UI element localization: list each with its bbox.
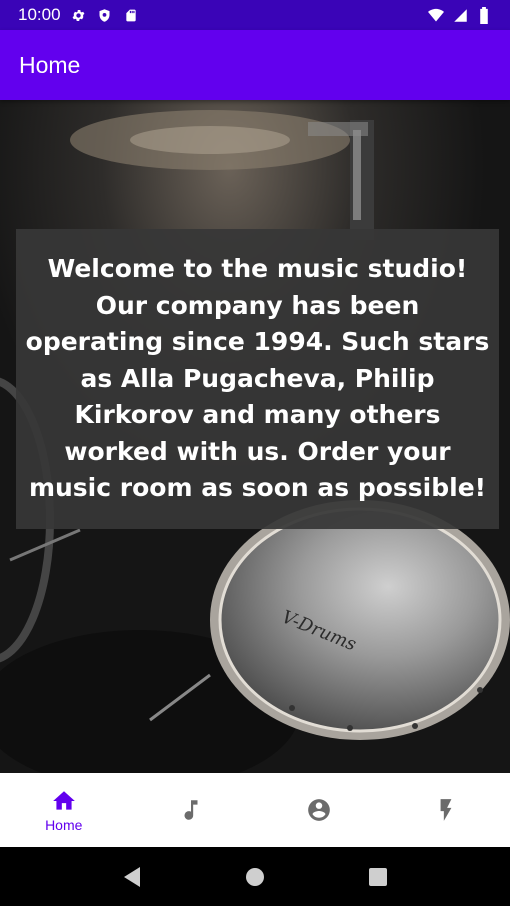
status-bar: 10:00	[0, 0, 510, 30]
gear-icon	[71, 7, 87, 23]
home-icon	[51, 788, 77, 814]
flash-icon	[433, 797, 459, 823]
recents-icon[interactable]	[364, 863, 392, 891]
bottom-navigation: Home	[0, 773, 510, 847]
system-navigation-bar	[0, 847, 510, 906]
music-note-icon	[178, 797, 204, 823]
nav-item-home[interactable]: Home	[0, 773, 128, 847]
shield-icon	[97, 7, 113, 23]
wifi-icon	[428, 7, 444, 23]
nav-item-music[interactable]	[128, 773, 256, 847]
account-circle-icon	[306, 797, 332, 823]
status-left: 10:00	[18, 5, 139, 25]
sd-card-icon	[123, 7, 139, 23]
status-right	[428, 6, 492, 24]
signal-icon	[452, 7, 468, 23]
battery-icon	[476, 6, 492, 24]
nav-item-account[interactable]	[255, 773, 383, 847]
back-icon[interactable]	[118, 863, 146, 891]
main-content: V-Drums Welcome to the music studio! Our…	[0, 100, 510, 773]
nav-item-flash[interactable]	[383, 773, 510, 847]
home-circle-icon[interactable]	[241, 863, 269, 891]
welcome-text: Welcome to the music studio! Our company…	[25, 254, 490, 503]
app-bar: Home	[0, 30, 510, 100]
status-time: 10:00	[18, 5, 61, 24]
nav-label-home: Home	[45, 816, 83, 833]
welcome-card: Welcome to the music studio! Our company…	[16, 229, 499, 529]
page-title: Home	[19, 51, 81, 78]
